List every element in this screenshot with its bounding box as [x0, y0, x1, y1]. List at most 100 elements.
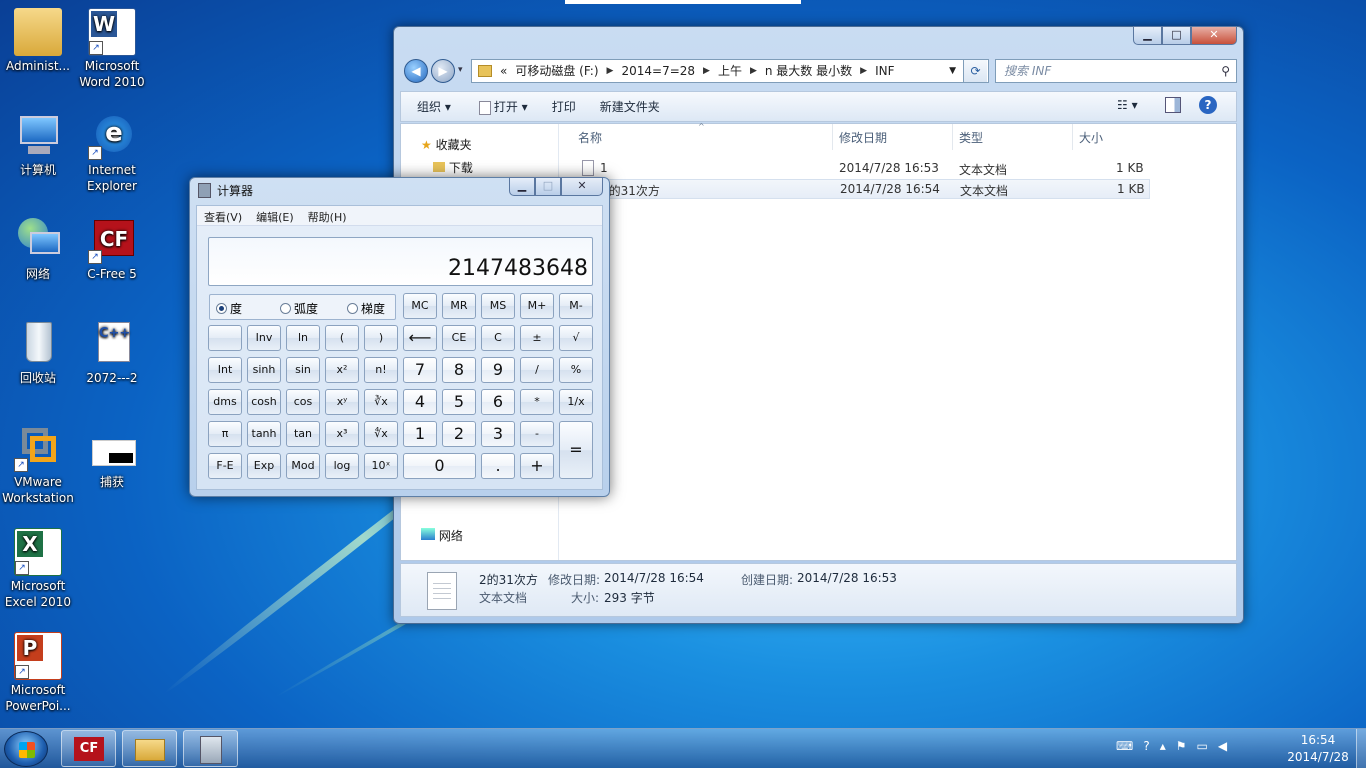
column-header-type[interactable]: 类型	[959, 129, 983, 146]
calc-key[interactable]: tanh	[247, 421, 281, 447]
calc-key[interactable]: (	[325, 325, 359, 351]
calc-key[interactable]: 6	[481, 389, 515, 415]
desktop-icon-ie[interactable]: e ↗ Internet Explorer	[74, 112, 150, 194]
calc-key[interactable]: 7	[403, 357, 437, 383]
recent-pages-icon[interactable]: ▾	[458, 65, 463, 75]
desktop-icon-capture[interactable]: 捕获	[74, 424, 150, 490]
menu-help[interactable]: 帮助(H)	[301, 206, 354, 225]
calc-key[interactable]: sin	[286, 357, 320, 383]
desktop-icon-vmware[interactable]: ↗ VMware Workstation	[0, 424, 76, 506]
calc-key[interactable]: CE	[442, 325, 476, 351]
calc-key[interactable]: ∛x	[364, 389, 398, 415]
search-icon[interactable]: ⚲	[1221, 60, 1230, 82]
organize-button[interactable]: 组织 ▾	[401, 98, 459, 115]
search-input[interactable]: 搜索 INF ⚲	[995, 59, 1237, 83]
nav-favorites[interactable]: ★ 收藏夹	[421, 136, 472, 153]
calc-key[interactable]: ∜x	[364, 421, 398, 447]
calc-key[interactable]: ⟵	[403, 325, 437, 351]
calc-key[interactable]: 10ˣ	[364, 453, 398, 479]
show-desktop-button[interactable]	[1356, 729, 1366, 768]
maximize-button[interactable]: □	[535, 177, 561, 196]
calc-key[interactable]: 0	[403, 453, 476, 479]
calc-key[interactable]: xʸ	[325, 389, 359, 415]
chevron-down-icon[interactable]: ▼	[949, 60, 956, 82]
keyboard-icon[interactable]: ⌨	[1116, 739, 1133, 753]
minimize-button[interactable]: ▁	[509, 177, 535, 196]
calculator-window[interactable]: 计算器 ▁ □ ✕ 查看(V) 编辑(E) 帮助(H) 2147483648 度…	[189, 177, 610, 497]
address-bar[interactable]: « 可移动磁盘 (F:) ▶ 2014=7=28 ▶ 上午 ▶ n 最大数 最小数 ▶ …	[471, 59, 989, 83]
calc-key[interactable]: π	[208, 421, 242, 447]
start-button[interactable]	[4, 731, 48, 767]
help-icon[interactable]: ?	[1199, 96, 1217, 114]
calc-key[interactable]: 8	[442, 357, 476, 383]
calc-key[interactable]: 5	[442, 389, 476, 415]
menu-view[interactable]: 查看(V)	[197, 206, 249, 225]
chevron-right-icon[interactable]: ▶	[607, 60, 614, 82]
column-divider[interactable]	[832, 124, 833, 150]
minimize-button[interactable]: ▁	[1133, 26, 1162, 45]
column-divider[interactable]	[1072, 124, 1073, 150]
view-options-icon[interactable]: ☷ ▾	[1117, 98, 1138, 112]
desktop-icon-computer[interactable]: 计算机	[0, 112, 76, 178]
desktop-icon-administrator[interactable]: Administ...	[0, 8, 76, 74]
calc-key[interactable]: cos	[286, 389, 320, 415]
maximize-button[interactable]: □	[1162, 26, 1191, 45]
clock[interactable]: 16:54 2014/7/28	[1278, 732, 1358, 766]
back-button[interactable]: ◀	[404, 59, 428, 83]
calc-key[interactable]: %	[559, 357, 593, 383]
print-button[interactable]: 打印	[536, 98, 584, 115]
calc-key[interactable]: 4	[403, 389, 437, 415]
network-status-icon[interactable]: ▭	[1197, 739, 1208, 753]
calc-key[interactable]: MR	[442, 293, 476, 319]
calc-key[interactable]: -	[520, 421, 554, 447]
close-button[interactable]: ✕	[1191, 26, 1237, 45]
calc-key[interactable]: log	[325, 453, 359, 479]
breadcrumb-item[interactable]: 上午	[718, 60, 742, 82]
desktop-icon-excel[interactable]: X ↗ Microsoft Excel 2010	[0, 528, 76, 610]
nav-downloads[interactable]: 下载	[433, 159, 473, 176]
calc-key[interactable]: +	[520, 453, 554, 479]
calc-key[interactable]: 9	[481, 357, 515, 383]
preview-pane-icon[interactable]	[1165, 97, 1181, 113]
desktop-icon-cfree[interactable]: CF ↗ C-Free 5	[74, 216, 150, 282]
column-header-size[interactable]: 大小	[1079, 129, 1103, 146]
refresh-button[interactable]: ⟳	[963, 60, 987, 82]
calc-key[interactable]: Exp	[247, 453, 281, 479]
new-folder-button[interactable]: 新建文件夹	[584, 98, 668, 115]
calc-key[interactable]: ±	[520, 325, 554, 351]
calc-key[interactable]: dms	[208, 389, 242, 415]
forward-button[interactable]: ▶	[431, 59, 455, 83]
calc-key[interactable]: M-	[559, 293, 593, 319]
breadcrumb-item[interactable]: n 最大数 最小数	[765, 60, 852, 82]
chevron-right-icon[interactable]: ▶	[750, 60, 757, 82]
help-icon[interactable]: ?	[1143, 739, 1149, 753]
calc-key[interactable]: MC	[403, 293, 437, 319]
calc-key[interactable]: cosh	[247, 389, 281, 415]
calc-key[interactable]: 3	[481, 421, 515, 447]
radio-gradians[interactable]: 梯度	[347, 300, 385, 317]
calc-key[interactable]: C	[481, 325, 515, 351]
column-divider[interactable]	[952, 124, 953, 150]
close-button[interactable]: ✕	[561, 177, 603, 196]
radio-radians[interactable]: 弧度	[280, 300, 318, 317]
volume-icon[interactable]: ◀	[1218, 739, 1227, 753]
column-header-name[interactable]: 名称	[578, 129, 602, 146]
taskbar-app-calculator[interactable]	[183, 730, 238, 767]
calc-key[interactable]: 1	[403, 421, 437, 447]
calc-key[interactable]: )	[364, 325, 398, 351]
file-row[interactable]: 1 2014/7/28 16:53 文本文档 1 KB	[578, 159, 1150, 179]
open-button[interactable]: 打开 ▾	[459, 98, 536, 115]
chevron-right-icon[interactable]: ▶	[703, 60, 710, 82]
radio-degrees[interactable]: 度	[216, 300, 242, 317]
file-row[interactable]: 2的31次方 2014/7/28 16:54 文本文档 1 KB	[578, 179, 1150, 199]
calc-key[interactable]: /	[520, 357, 554, 383]
calc-key[interactable]: =	[559, 421, 593, 479]
calc-key[interactable]: 2	[442, 421, 476, 447]
desktop-icon-cpp-file[interactable]: C++ 2072---2	[74, 320, 150, 386]
nav-network[interactable]: 网络	[421, 527, 463, 544]
desktop-icon-recycle-bin[interactable]: 回收站	[0, 320, 76, 386]
calc-key[interactable]	[208, 325, 242, 351]
calc-key[interactable]: M+	[520, 293, 554, 319]
breadcrumb-item[interactable]: 2014=7=28	[621, 60, 695, 82]
calc-key[interactable]: sinh	[247, 357, 281, 383]
